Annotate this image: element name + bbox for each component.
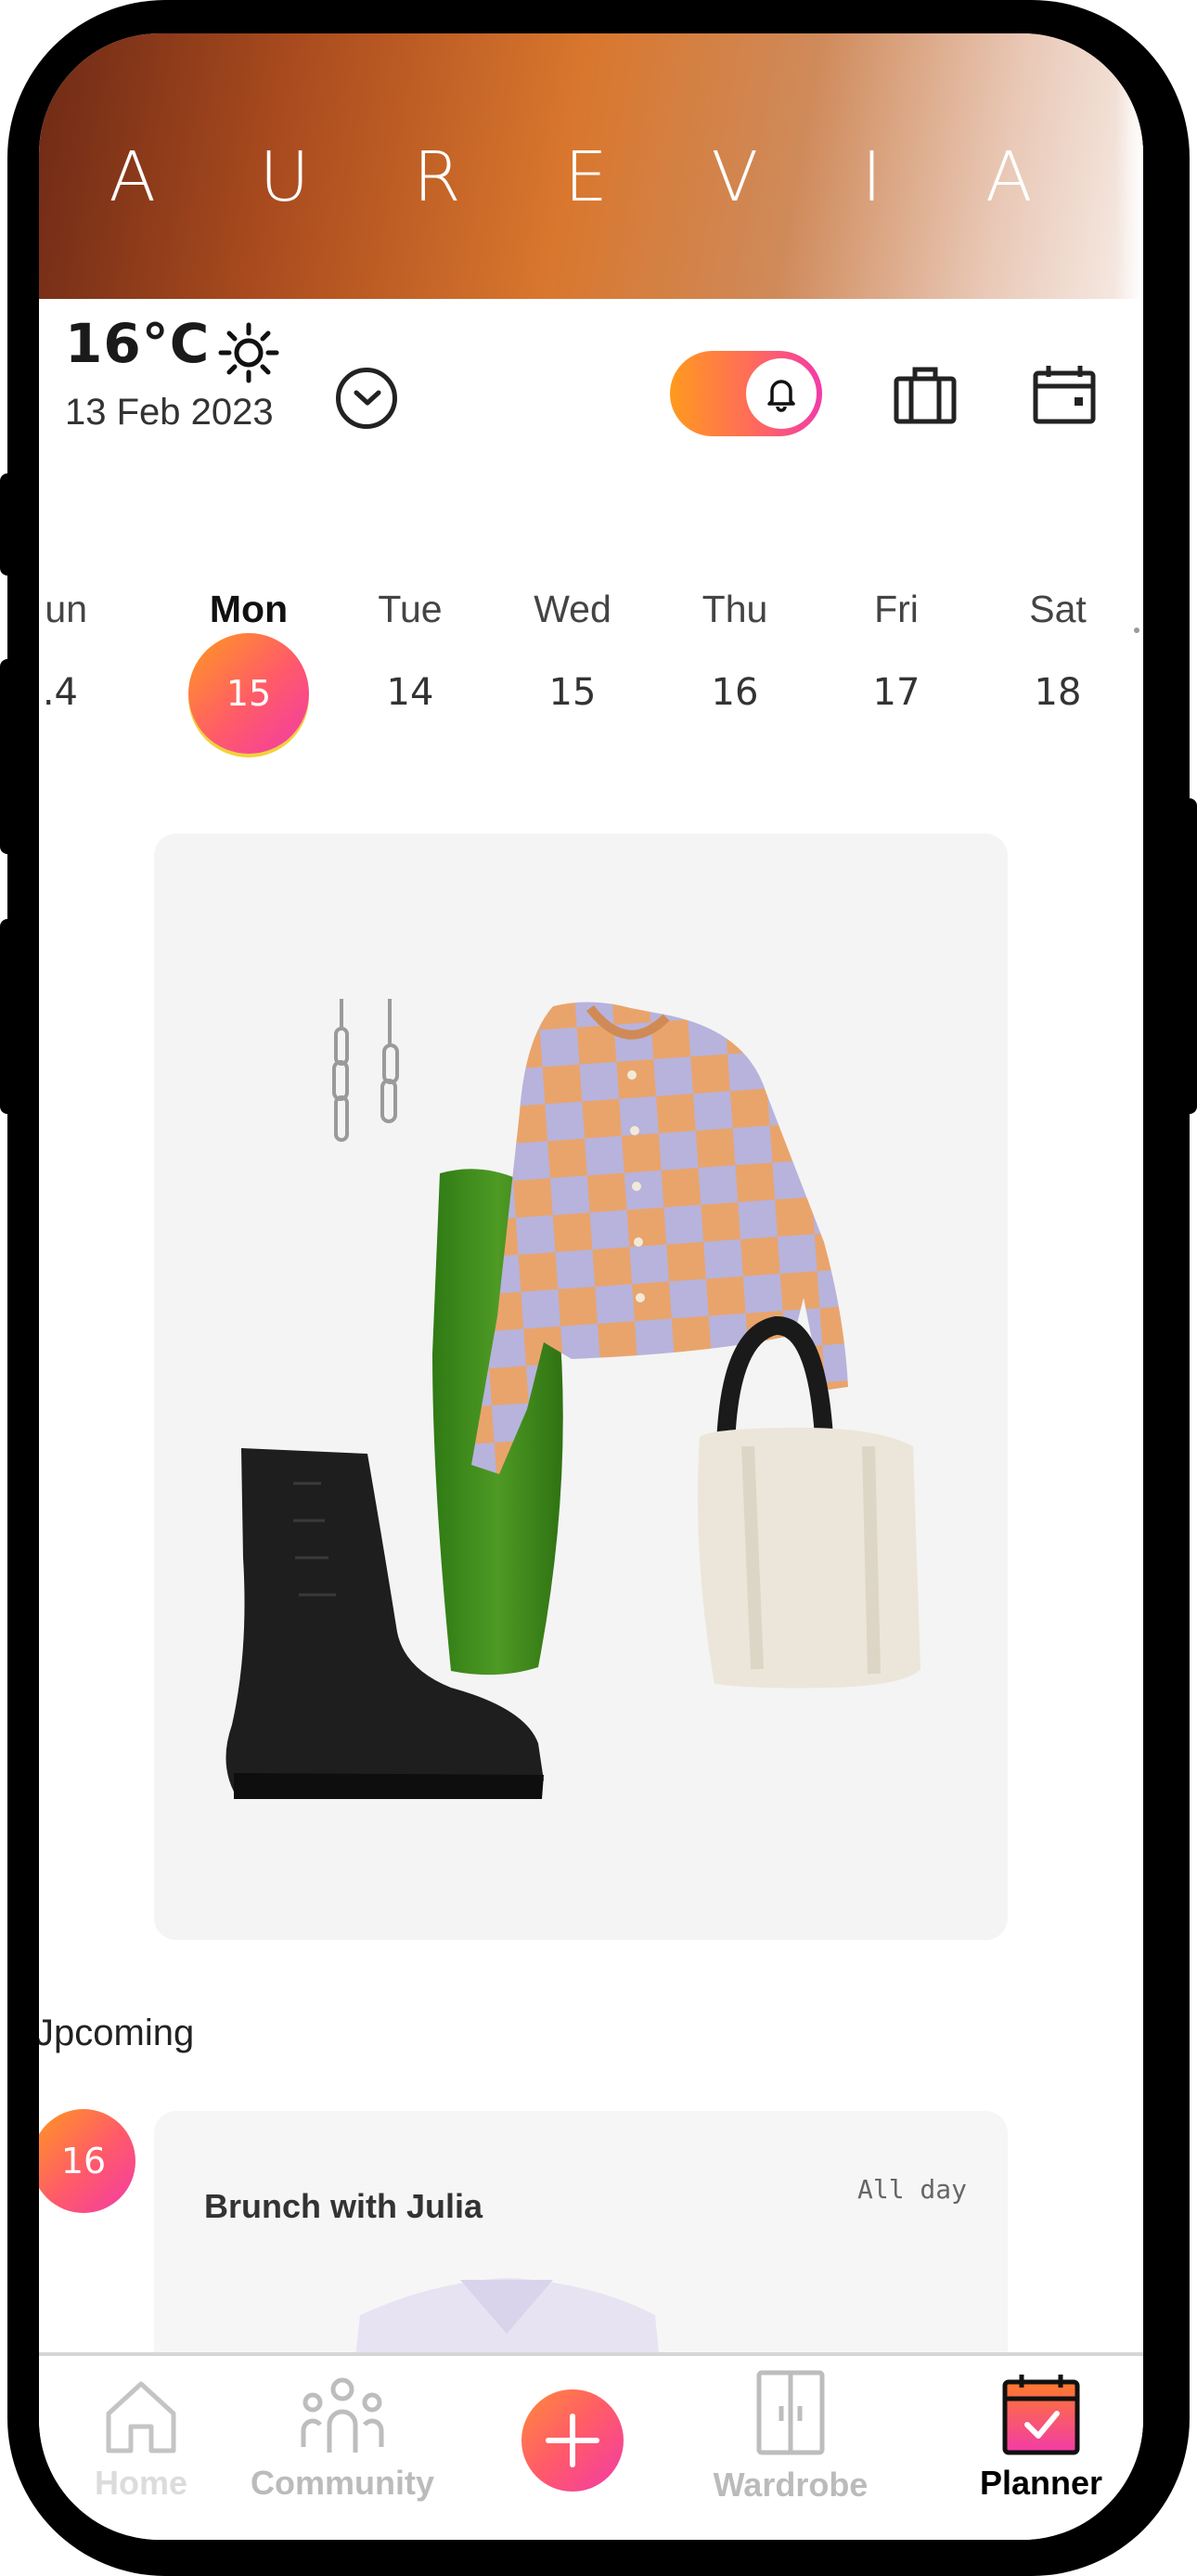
- week-strip: un .4 Mon 15 Tue 14 Wed 15 Thu 16 Fri 17…: [39, 581, 1143, 822]
- day-number: 14: [386, 671, 434, 714]
- calendar-icon[interactable]: [1032, 364, 1097, 425]
- day-number: .4: [42, 671, 78, 714]
- bell-icon: [767, 380, 795, 412]
- outfit-card[interactable]: [154, 834, 1008, 1940]
- header-banner: A U R E V I A: [39, 33, 1143, 299]
- day-name: Mon: [209, 588, 289, 630]
- side-button-left-2: [0, 659, 15, 854]
- day-mon[interactable]: Mon 15: [184, 581, 314, 754]
- home-icon: [106, 2381, 176, 2453]
- plus-icon: [546, 2414, 599, 2467]
- side-button-left-3: [0, 919, 15, 1114]
- day-number: 16: [711, 671, 759, 714]
- nav-wardrobe[interactable]: Wardrobe: [707, 2369, 874, 2540]
- day-name: Thu: [701, 588, 768, 630]
- nav-label: Planner: [979, 2464, 1103, 2502]
- notifications-toggle[interactable]: [670, 351, 822, 436]
- suitcase-icon[interactable]: [893, 364, 958, 425]
- nav-label: Wardrobe: [713, 2466, 869, 2504]
- day-number-selected: 15: [188, 633, 309, 754]
- wardrobe-icon: [756, 2370, 825, 2455]
- weather-expand-button[interactable]: [336, 368, 397, 429]
- day-name: Fri: [874, 588, 919, 630]
- day-name: Tue: [378, 588, 443, 630]
- day-name: Wed: [534, 588, 611, 630]
- chevron-down-icon: [354, 390, 381, 406]
- event-time: All day: [856, 2174, 967, 2205]
- nav-community[interactable]: Community: [245, 2376, 440, 2540]
- day-sat[interactable]: Sat 18: [993, 581, 1123, 739]
- add-button[interactable]: [521, 2389, 624, 2492]
- day-thu[interactable]: Thu 16: [670, 581, 800, 739]
- day-tue[interactable]: Tue 14: [345, 581, 475, 739]
- more-days-indicator: [1134, 628, 1139, 633]
- day-fri[interactable]: Fri 17: [831, 581, 961, 739]
- nav-label: Home: [94, 2464, 188, 2502]
- community-icon: [301, 2377, 384, 2453]
- day-wed[interactable]: Wed 15: [508, 581, 637, 739]
- day-name: Sat: [1029, 588, 1087, 630]
- day-number: 17: [872, 671, 920, 714]
- side-button-left-1: [0, 473, 15, 576]
- day-number: 15: [548, 671, 597, 714]
- upcoming-section-title: Jpcoming: [39, 2013, 195, 2053]
- planner-calendar-icon: [1002, 2375, 1080, 2455]
- checkered-cardigan: [471, 1002, 848, 1474]
- day-sun[interactable]: un .4: [39, 581, 108, 739]
- current-date: 13 Feb 2023: [65, 392, 274, 433]
- event-title: Brunch with Julia: [204, 2187, 483, 2225]
- event-date-badge: 16: [39, 2109, 135, 2213]
- outfit-illustration: [225, 999, 920, 1799]
- brand-logo: A U R E V I A: [109, 137, 1074, 217]
- nav-home[interactable]: Home: [76, 2376, 206, 2540]
- nav-planner[interactable]: Planner: [967, 2373, 1115, 2540]
- nav-label: Community: [251, 2464, 434, 2502]
- day-name: un: [45, 588, 87, 630]
- side-button-right: [1182, 798, 1197, 1114]
- sun-icon: [218, 322, 279, 383]
- bottom-nav: Home Community Wardrobe Planner: [39, 2352, 1143, 2540]
- earrings: [332, 999, 399, 1142]
- cream-tote-bag: [698, 1428, 920, 1689]
- day-number: 18: [1034, 671, 1082, 714]
- toggle-knob: [746, 358, 817, 429]
- phone-screen: A U R E V I A 16°C 13 Feb 2023 un .4 Mon…: [39, 33, 1143, 2540]
- temperature: 16°C: [65, 312, 211, 375]
